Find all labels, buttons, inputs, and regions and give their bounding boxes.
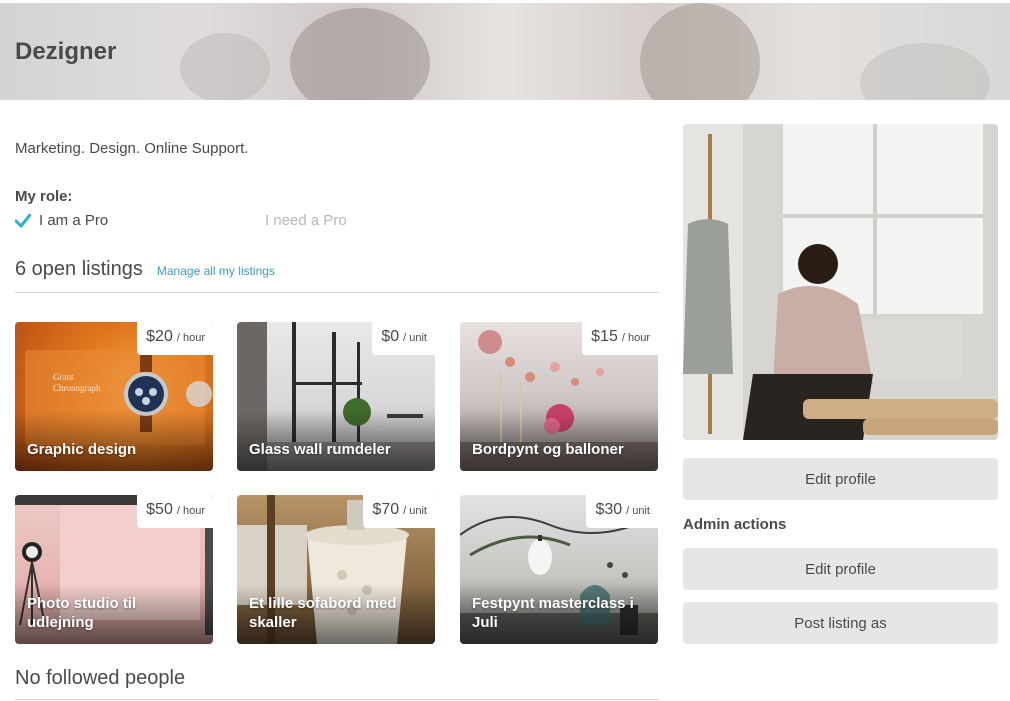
admin-actions-label: Admin actions [683,516,787,533]
listing-title: Photo studio til udlejning [27,595,137,631]
divider [15,292,659,293]
profile-cover: Dezigner [0,3,1010,100]
price-unit: / hour [176,332,205,344]
price-amount: $20 [146,328,173,345]
listing-card[interactable]: Grant Chronograph $20 / hour Graphic des… [15,322,213,471]
listing-price: $30 / unit [586,495,658,528]
price-amount: $30 [595,501,623,518]
cover-shape [860,43,990,100]
svg-text:Chronograph: Chronograph [53,383,101,393]
role-option-pro-label: I am a Pro [39,212,109,229]
cover-person-shape [640,3,760,100]
cover-person-shape [290,8,430,100]
price-unit: / unit [403,505,427,517]
followed-people-title: No followed people [15,667,186,689]
listing-title: Et lille sofabord med skaller [249,595,397,631]
listing-price: $0 / unit [372,322,435,355]
admin-edit-profile-button[interactable]: Edit profile [683,548,998,590]
listing-price: $15 / hour [582,322,658,355]
checkmark-icon [15,213,31,227]
listing-price: $50 / hour [137,495,213,528]
role-option-need-pro-label: I need a Pro [265,212,347,229]
listing-price: $20 / hour [137,322,213,355]
role-option-pro[interactable]: I am a Pro [15,212,108,229]
price-amount: $15 [591,328,618,345]
listing-card[interactable]: $50 / hour Photo studio til udlejning [15,495,213,644]
price-unit: / unit [403,332,427,344]
price-amount: $0 [381,328,400,345]
listing-price: $70 / unit [363,495,435,528]
svg-text:Grant: Grant [53,372,74,382]
profile-photo [683,124,998,440]
price-unit: / unit [626,505,650,517]
price-amount: $50 [146,501,173,518]
listing-title: Festpynt masterclass i Juli [472,595,634,631]
listing-title: Bordpynt og balloner [472,441,624,458]
post-listing-as-button[interactable]: Post listing as [683,602,998,644]
edit-profile-button[interactable]: Edit profile [683,458,998,500]
listing-card[interactable]: $30 / unit Festpynt masterclass i Juli [460,495,658,644]
listings-title: 6 open listings [15,258,143,280]
listing-title: Glass wall rumdeler [249,441,391,458]
divider [15,699,659,700]
listing-card[interactable]: $15 / hour Bordpynt og balloner [460,322,658,471]
profile-photo-image [683,124,998,440]
role-label: My role: [15,188,73,205]
price-amount: $70 [372,501,400,518]
listing-title: Graphic design [27,441,137,458]
profile-tagline: Marketing. Design. Online Support. [15,140,249,157]
manage-listings-link[interactable]: Manage all my listings [157,264,275,278]
profile-name: Dezigner [15,38,117,65]
listing-card[interactable]: $70 / unit Et lille sofabord med skaller [237,495,435,644]
role-option-need-pro[interactable]: I need a Pro [265,212,347,229]
listing-card[interactable]: $0 / unit Glass wall rumdeler [237,322,435,471]
price-unit: / hour [176,505,205,517]
listings-header: 6 open listings Manage all my listings [15,258,275,281]
cover-shape [180,33,270,100]
price-unit: / hour [621,332,650,344]
